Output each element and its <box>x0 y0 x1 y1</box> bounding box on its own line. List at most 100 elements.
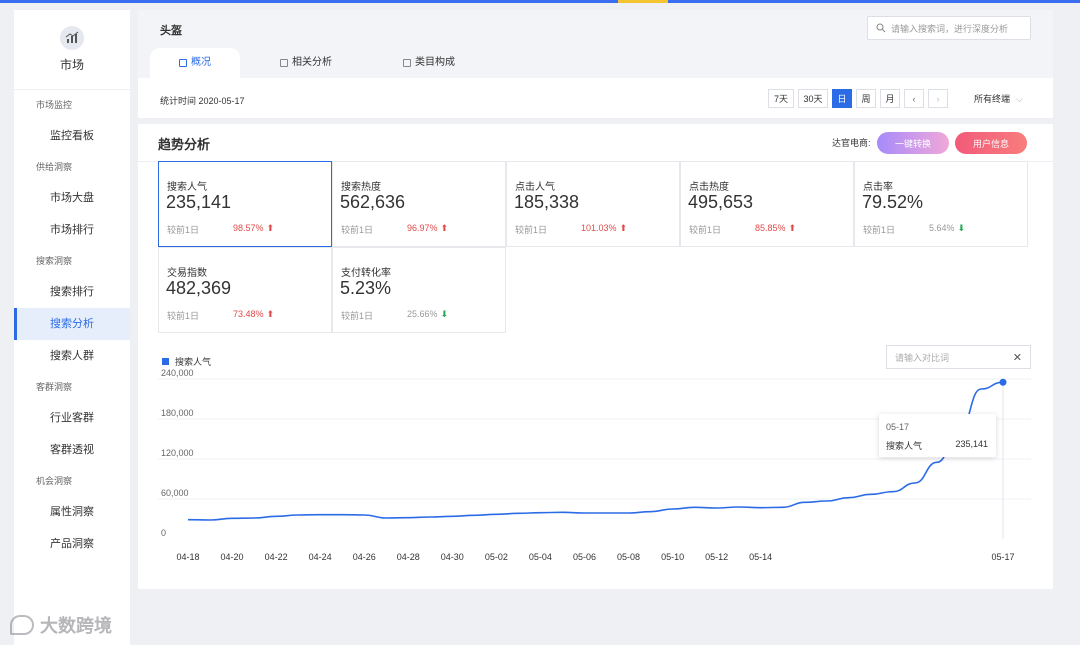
metric-change: 5.64% ⬇ <box>929 223 965 234</box>
data-point <box>999 378 1007 386</box>
sidebar-item[interactable]: 市场大盘 <box>14 182 130 214</box>
nav-group-label: 供给洞察 <box>36 162 73 172</box>
y-tick-label: 180,000 <box>161 408 194 418</box>
metric-card[interactable]: 点击率 79.52% 较前1日 5.64% ⬇ <box>854 161 1028 247</box>
metric-change: 101.03% ⬆ <box>581 223 627 234</box>
metric-change-value: 85.85% <box>755 223 786 233</box>
search-icon <box>876 23 886 33</box>
bag-icon <box>403 59 411 67</box>
arrow-down-icon: ⬇ <box>440 309 449 319</box>
bag-icon <box>179 59 187 67</box>
close-icon[interactable]: ✕ <box>1013 351 1022 364</box>
tab-overview-label: 概况 <box>191 57 211 68</box>
metric-value: 235,141 <box>166 192 232 212</box>
metric-label: 搜索人气 <box>167 182 207 193</box>
metric-card[interactable]: 支付转化率 5.23% 较前1日 25.66% ⬇ <box>332 247 506 333</box>
period-day-button[interactable]: 日 <box>832 89 852 108</box>
metric-compare-label: 较前1日 <box>167 311 200 321</box>
tab-category-composition-label: 类目构成 <box>415 57 455 68</box>
arrow-down-icon: ⬇ <box>957 223 966 233</box>
metric-change-value: 25.66% <box>407 309 438 319</box>
period-month-button[interactable]: 月 <box>880 89 900 108</box>
sidebar-logo[interactable]: 市场 <box>14 10 130 90</box>
metric-value: 5.23% <box>340 278 392 298</box>
metric-card[interactable]: 交易指数 482,369 较前1日 73.48% ⬆ <box>158 247 332 333</box>
trend-panel: 趋势分析 达官电商: 一键转换 用户信息 搜索人气 235,141 较前1日 98.5… <box>138 124 1053 589</box>
metric-label: 点击热度 <box>689 182 729 193</box>
nav-group-label: 搜索洞察 <box>36 256 73 266</box>
tab-related-analysis[interactable]: 相关分析 <box>280 48 332 78</box>
user-info-button[interactable]: 用户信息 <box>955 132 1027 154</box>
convert-button[interactable]: 一键转换 <box>877 132 949 154</box>
sidebar-item[interactable]: 属性洞察 <box>14 496 130 528</box>
x-tick-label: 04-30 <box>441 552 464 562</box>
sidebar-item[interactable]: 搜索分析 <box>14 308 130 340</box>
sidebar-item[interactable]: 搜索排行 <box>14 276 130 308</box>
metric-card[interactable]: 点击热度 495,653 较前1日 85.85% ⬆ <box>680 161 854 247</box>
metric-value: 495,653 <box>688 192 754 212</box>
x-tick-label: 04-22 <box>265 552 288 562</box>
deep-search-input[interactable]: 请输入搜索词，进行深度分析 <box>867 16 1031 40</box>
x-tick-label: 04-20 <box>221 552 244 562</box>
x-tick-label: 05-08 <box>617 552 640 562</box>
metric-value: 482,369 <box>166 278 232 298</box>
sidebar-item[interactable]: 监控看板 <box>14 120 130 152</box>
metric-change-value: 96.97% <box>407 223 438 233</box>
metric-compare-label: 较前1日 <box>515 225 548 235</box>
x-tick-label: 04-28 <box>397 552 420 562</box>
period-week-button[interactable]: 周 <box>856 89 876 108</box>
y-tick-label: 60,000 <box>161 488 189 498</box>
sidebar-item[interactable]: 行业客群 <box>14 402 130 434</box>
compare-word-input[interactable]: 请输入对比词 ✕ <box>886 345 1031 369</box>
legend-swatch <box>162 358 169 365</box>
metric-change-value: 73.48% <box>233 309 264 319</box>
terminal-select-value: 所有终端 <box>974 94 1011 104</box>
arrow-up-icon: ⬆ <box>266 309 275 319</box>
watermark-logo-icon <box>10 615 34 635</box>
tooltip-series: 搜索人气 <box>886 441 923 451</box>
metric-label: 点击人气 <box>515 182 555 193</box>
metric-card[interactable]: 点击人气 185,338 较前1日 101.03% ⬆ <box>506 161 680 247</box>
y-tick-label: 120,000 <box>161 448 194 458</box>
metric-change: 25.66% ⬇ <box>407 309 448 320</box>
y-tick-label: 0 <box>161 528 166 538</box>
top-accent-bar <box>0 0 1080 3</box>
stat-time: 统计时间 2020-05-17 <box>160 96 245 106</box>
chart-legend[interactable]: 搜索人气 <box>162 355 211 368</box>
nav-group-label: 客群洞察 <box>36 382 73 392</box>
metric-change-value: 101.03% <box>581 223 617 233</box>
tab-category-composition[interactable]: 类目构成 <box>403 48 455 78</box>
tab-overview[interactable]: 概况 <box>150 48 240 78</box>
x-tick-label: 04-24 <box>309 552 332 562</box>
x-tick-label: 05-12 <box>705 552 728 562</box>
x-tick-label: 05-06 <box>573 552 596 562</box>
metric-label: 点击率 <box>863 182 893 193</box>
x-tick-label: 05-14 <box>749 552 772 562</box>
tooltip-value: 235,141 <box>955 439 988 449</box>
terminal-select[interactable]: 所有终端 ⌵ <box>974 92 1023 105</box>
section-title: 趋势分析 <box>158 137 211 152</box>
y-tick-label: 240,000 <box>161 369 194 378</box>
header-panel: 头盔 请输入搜索词，进行深度分析 概况 相关分析 类目构成 统计时间 2020-… <box>138 10 1053 118</box>
sidebar-item[interactable]: 客群透视 <box>14 434 130 466</box>
sidebar-item[interactable]: 产品洞察 <box>14 528 130 560</box>
metric-card[interactable]: 搜索热度 562,636 较前1日 96.97% ⬆ <box>332 161 506 247</box>
nav-group-label: 机会洞察 <box>36 476 73 486</box>
sidebar-nav: 市场监控 监控看板 供给洞察 市场大盘 市场排行 搜索洞察 搜索排行 搜索分析 搜索人群 客群洞察… <box>14 90 130 560</box>
tab-bar: 概况 相关分析 类目构成 <box>138 48 1053 78</box>
x-tick-label: 05-04 <box>529 552 552 562</box>
period-30d-button[interactable]: 30天 <box>798 89 828 108</box>
sidebar-item[interactable]: 搜索人群 <box>14 340 130 372</box>
x-tick-label: 05-10 <box>661 552 684 562</box>
metric-value: 562,636 <box>340 192 406 212</box>
metric-card[interactable]: 搜索人气 235,141 较前1日 98.57% ⬆ <box>158 161 332 247</box>
trend-chart: 0 60,000 120,000 180,000 240,000 04-18 04-20 04… <box>158 369 1031 562</box>
next-date-button[interactable]: › <box>928 89 948 108</box>
x-tick-label: 05-17 <box>991 552 1014 562</box>
metric-change-value: 5.64% <box>929 223 955 233</box>
metric-compare-label: 较前1日 <box>167 225 200 235</box>
prev-date-button[interactable]: ‹ <box>904 89 924 108</box>
sidebar-item[interactable]: 市场排行 <box>14 214 130 246</box>
period-7d-button[interactable]: 7天 <box>768 89 794 108</box>
tooltip-date: 05-17 <box>886 422 910 432</box>
